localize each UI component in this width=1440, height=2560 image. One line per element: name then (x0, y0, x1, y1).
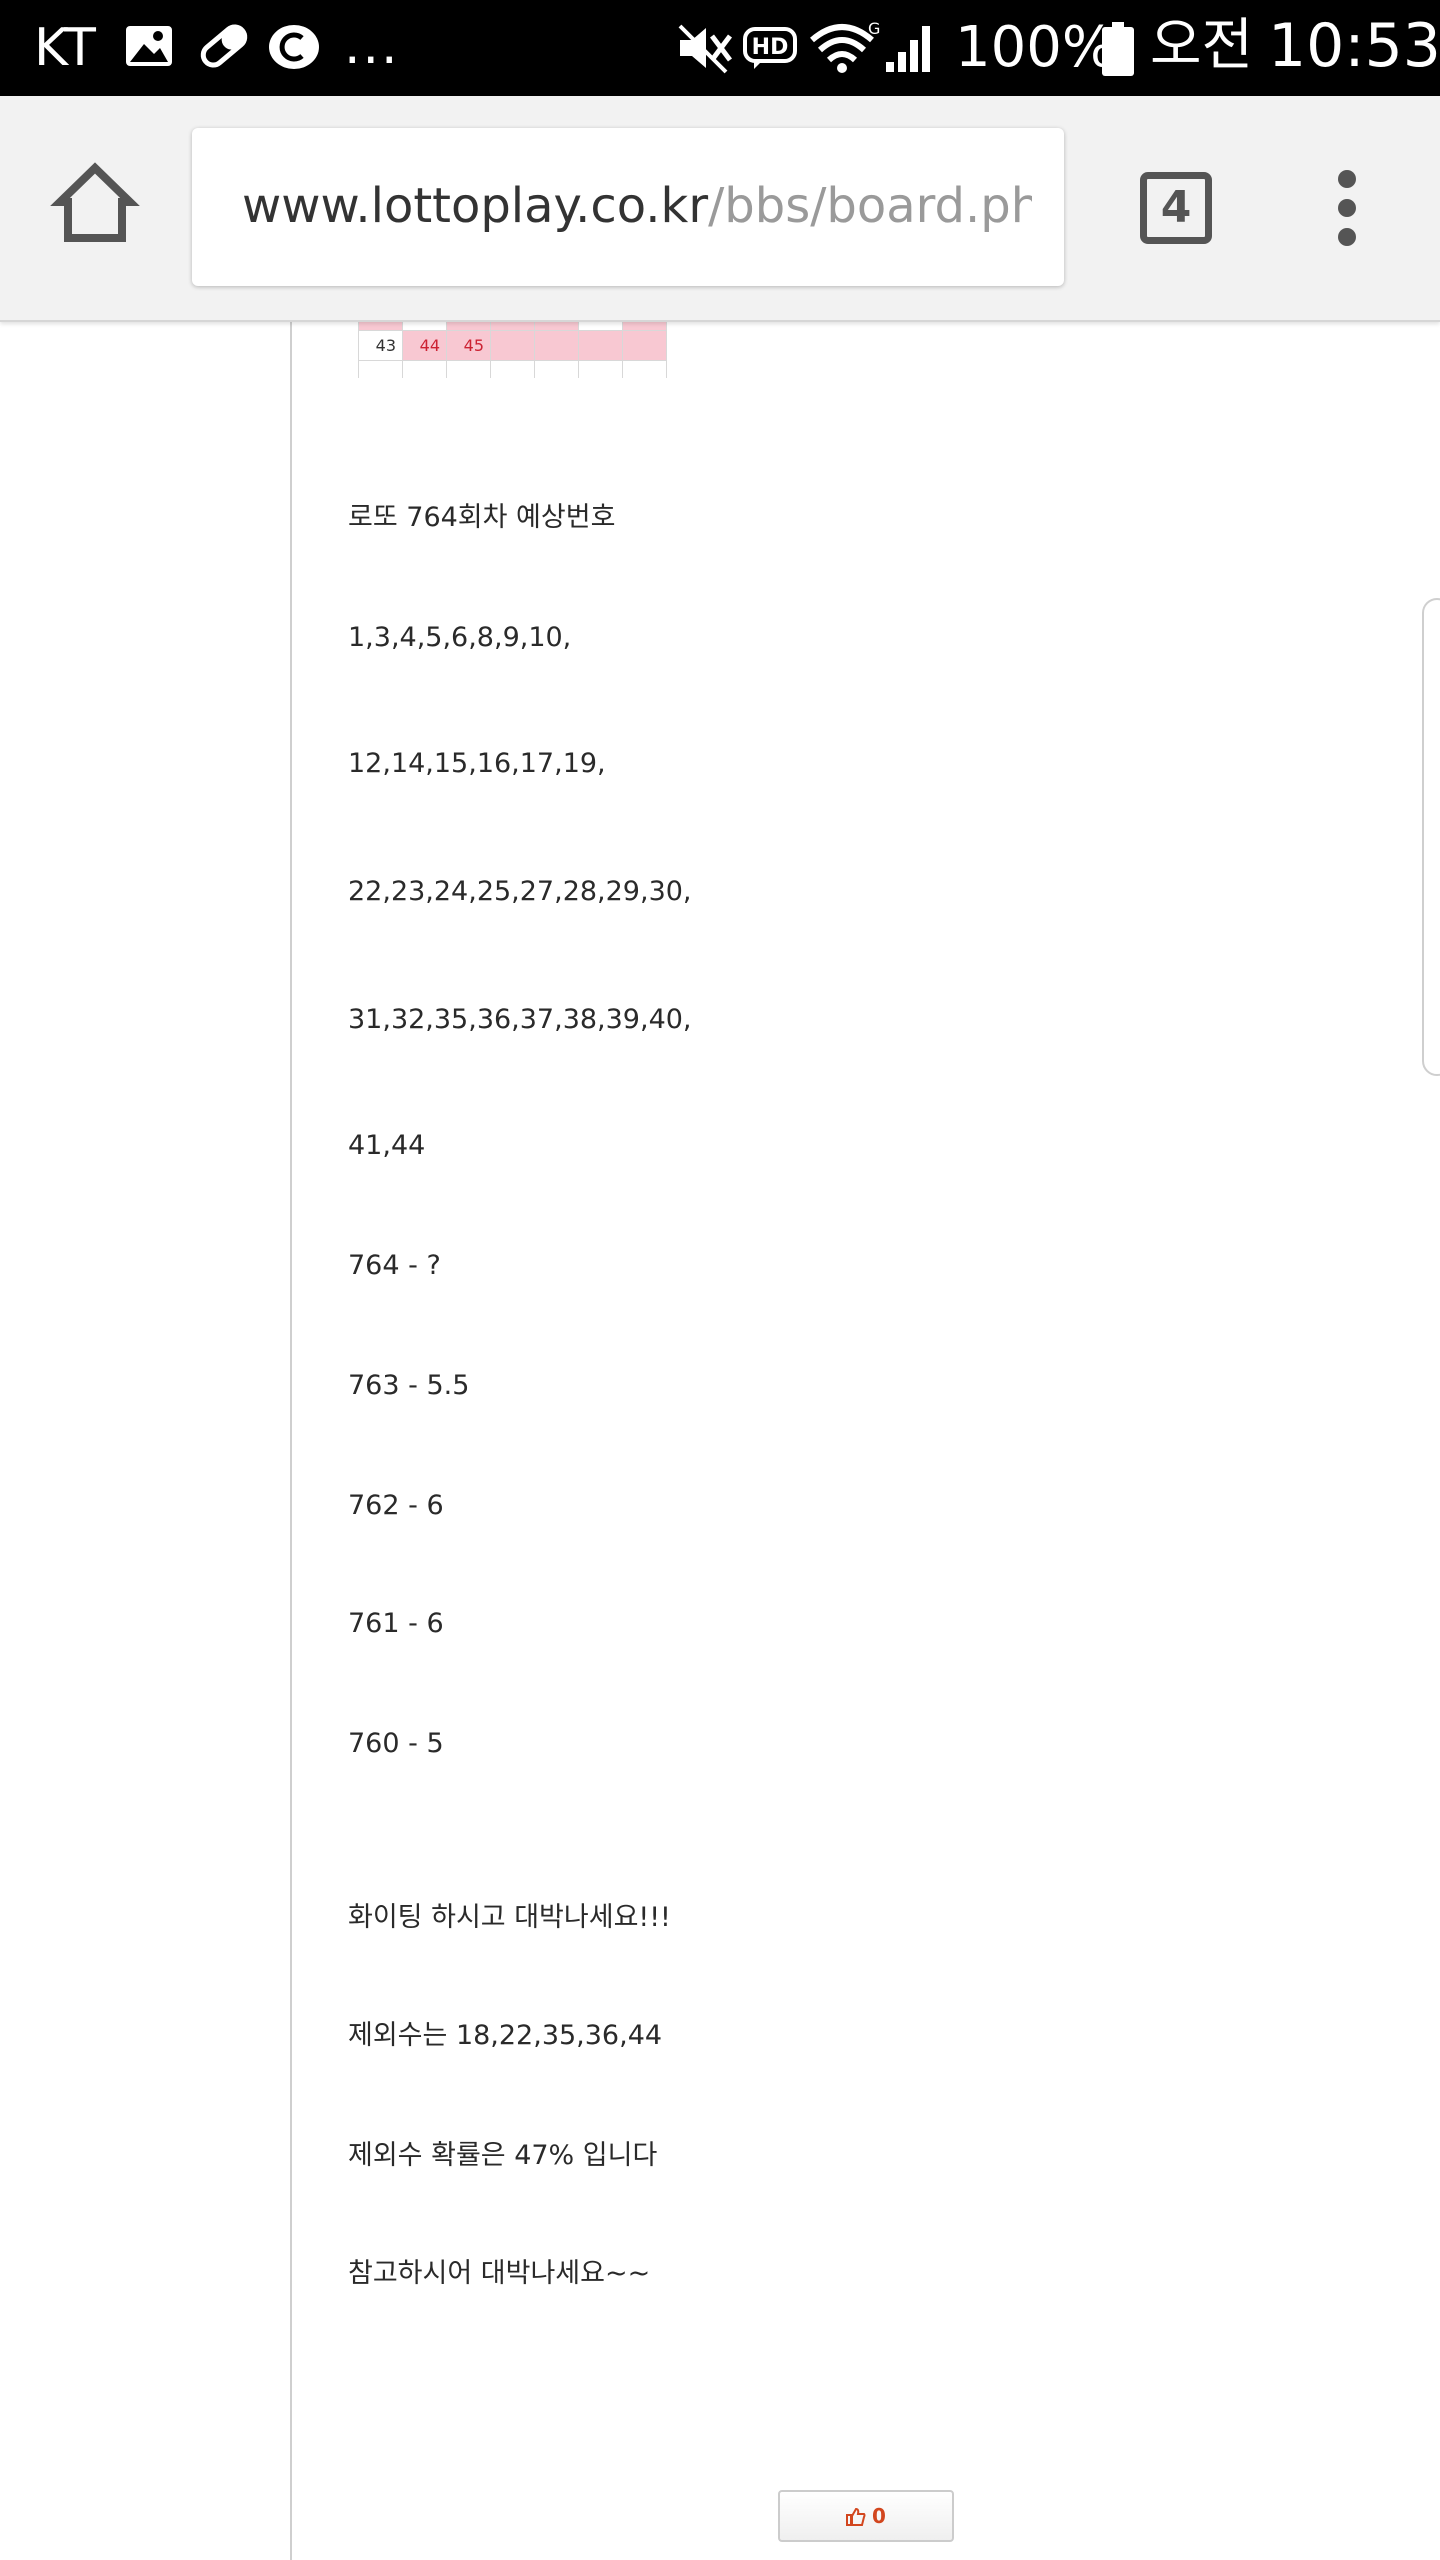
grid-cell: 38 (446, 322, 491, 331)
lotto-grid-table: 36 37 38 39 40 41 42 43 44 45 (358, 322, 667, 378)
grid-cell: 43 (358, 330, 403, 361)
grid-cell (622, 330, 667, 361)
mute-icon (678, 24, 732, 74)
content-divider (290, 322, 292, 2560)
grid-cell: 36 (358, 322, 403, 331)
url-text[interactable]: www.lottoplay.co.kr/bbs/board.ph (242, 176, 1032, 236)
clock-time: 10:53 (1268, 11, 1440, 81)
like-count: 0 (872, 2504, 886, 2528)
grid-cell (534, 330, 579, 361)
like-button[interactable]: 0 (778, 2490, 954, 2542)
page-content[interactable]: 36 37 38 39 40 41 42 43 44 45 (0, 322, 1440, 2560)
grid-cell (402, 360, 447, 378)
post-closing-line: 참고하시어 대박나세요~~ (348, 2258, 651, 2289)
hd-icon: HD (743, 27, 797, 69)
grid-cell (490, 330, 535, 361)
more-notifications: ... (344, 16, 400, 76)
grid-cell (534, 360, 579, 378)
grid-row-empty (358, 360, 667, 378)
grid-cell: 44 (402, 330, 447, 361)
grid-cell (358, 360, 403, 378)
pill-icon (200, 24, 248, 68)
grid-row-top: 36 37 38 39 40 41 42 (358, 322, 667, 331)
post-history-line: 764 - ? (348, 1250, 441, 1281)
battery-icon (1102, 22, 1134, 76)
post-probability-line: 제외수 확률은 47% 입니다 (348, 2140, 658, 2171)
grid-cell: 40 (534, 322, 579, 331)
menu-dot (1338, 170, 1356, 188)
post-history-line: 763 - 5.5 (348, 1370, 470, 1401)
post-history-line: 761 - 6 (348, 1608, 444, 1639)
scrollbar[interactable] (1422, 598, 1440, 1076)
overflow-menu-icon[interactable] (1330, 168, 1366, 248)
url-path: /bbs/board.ph (708, 178, 1032, 234)
svg-text:G: G (868, 20, 880, 38)
tabs-button[interactable]: 4 (1140, 172, 1212, 244)
grid-cell: 45 (446, 330, 491, 361)
signal-icon (886, 26, 930, 72)
copyright-icon (269, 25, 319, 69)
svg-text:HD: HD (752, 35, 789, 60)
post-cheer-line: 화이팅 하시고 대박나세요!!! (348, 1902, 671, 1933)
post-history-line: 762 - 6 (348, 1490, 444, 1521)
grid-cell: 39 (490, 322, 535, 331)
grid-cell (578, 360, 623, 378)
post-title-line: 로또 764회차 예상번호 (348, 502, 616, 533)
carrier-label: KT (34, 18, 96, 78)
post-numbers-line: 41,44 (348, 1130, 426, 1161)
gallery-icon (126, 26, 172, 66)
grid-cell (490, 360, 535, 378)
clock-ampm: 오전 (1150, 13, 1254, 78)
menu-dot (1338, 199, 1356, 217)
grid-cell: 37 (402, 322, 447, 331)
grid-cell (622, 360, 667, 378)
grid-cell: 42 (622, 322, 667, 331)
grid-cell: 41 (578, 322, 623, 331)
url-host: www.lottoplay.co.kr (242, 178, 709, 234)
home-icon[interactable] (50, 158, 140, 248)
thumbs-up-icon (846, 2507, 866, 2526)
grid-row-bottom: 43 44 45 (358, 330, 667, 361)
post-excluded-line: 제외수는 18,22,35,36,44 (348, 2020, 663, 2051)
post-history-line: 760 - 5 (348, 1728, 444, 1759)
wifi-icon: G (810, 20, 880, 73)
browser-toolbar: www.lottoplay.co.kr/bbs/board.ph 4 (0, 96, 1440, 322)
status-bar: KT ... HD G 100% 오전 10:53 (0, 0, 1440, 96)
grid-cell (446, 360, 491, 378)
post-numbers-line: 31,32,35,36,37,38,39,40, (348, 1004, 692, 1035)
tab-count: 4 (1160, 182, 1192, 233)
grid-cell (578, 330, 623, 361)
battery-percent: 100% (955, 15, 1116, 80)
lotto-number-grid: 36 37 38 39 40 41 42 43 44 45 (358, 322, 670, 378)
post-numbers-line: 1,3,4,5,6,8,9,10, (348, 622, 572, 653)
menu-dot (1338, 228, 1356, 246)
post-numbers-line: 22,23,24,25,27,28,29,30, (348, 876, 692, 907)
post-numbers-line: 12,14,15,16,17,19, (348, 748, 606, 779)
address-bar[interactable]: www.lottoplay.co.kr/bbs/board.ph (192, 128, 1064, 286)
